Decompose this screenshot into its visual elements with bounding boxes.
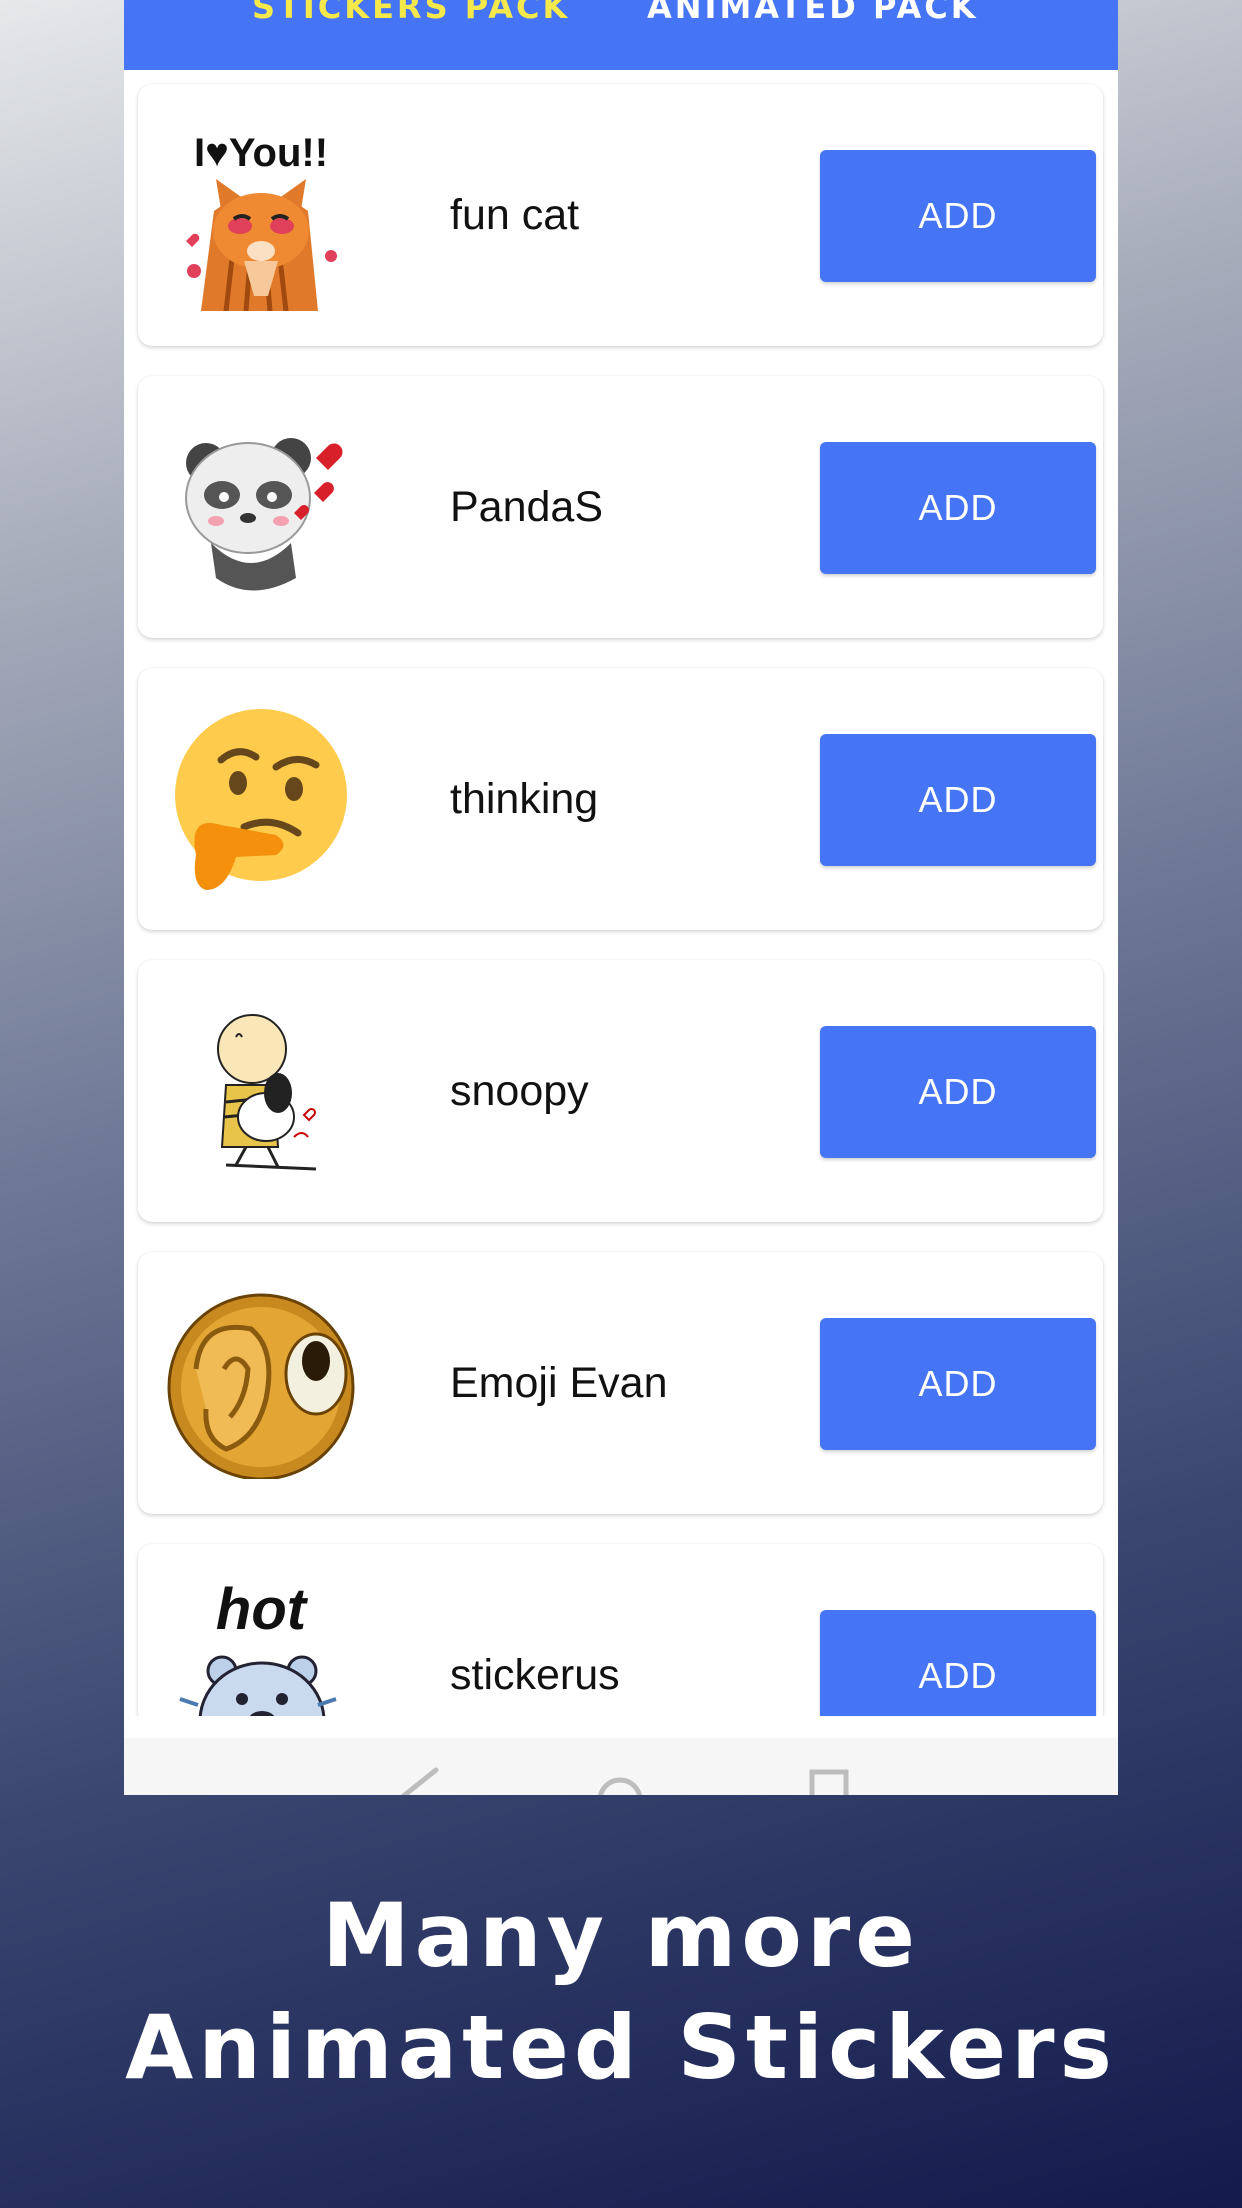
home-icon[interactable] [590, 1766, 650, 1795]
pack-name: Emoji Evan [450, 1359, 668, 1407]
add-button-fun-cat[interactable]: ADD [820, 150, 1096, 282]
pack-name: thinking [450, 775, 599, 823]
pack-card-emoji-evan[interactable]: Emoji Evan ADD [138, 1252, 1103, 1514]
promo-caption: Many more Animated Stickers [0, 1880, 1242, 2104]
phone-screen: STICKERS PACK ANIMATED PACK I♥You!! fun … [124, 0, 1118, 1795]
pack-name: snoopy [450, 1067, 589, 1115]
recents-icon[interactable] [804, 1766, 854, 1795]
pack-name: fun cat [450, 191, 580, 239]
pack-card-thinking[interactable]: thinking ADD [138, 668, 1103, 930]
caption-line-2: Animated Stickers [125, 1996, 1117, 2099]
tab-stickers-pack[interactable]: STICKERS PACK [252, 0, 570, 26]
add-button-thinking[interactable]: ADD [820, 734, 1096, 866]
pack-card-pandas[interactable]: PandaS ADD [138, 376, 1103, 638]
pack-name: PandaS [450, 483, 604, 531]
add-button-snoopy[interactable]: ADD [820, 1026, 1096, 1158]
pack-card-fun-cat[interactable]: I♥You!! fun cat ADD [138, 84, 1103, 346]
tab-animated-pack[interactable]: ANIMATED PACK [647, 0, 979, 26]
cat-sticker-icon: I♥You!! [166, 121, 356, 311]
add-button-emoji-evan[interactable]: ADD [820, 1318, 1096, 1450]
svg-text:hot: hot [216, 1581, 309, 1642]
thinking-face-icon [166, 705, 356, 895]
back-icon[interactable] [386, 1766, 446, 1795]
ear-emoji-icon [166, 1289, 356, 1479]
panda-sticker-icon [166, 413, 356, 603]
svg-text:I♥You!!: I♥You!! [194, 131, 328, 175]
pack-card-snoopy[interactable]: snoopy ADD [138, 960, 1103, 1222]
sticker-pack-list[interactable]: I♥You!! fun cat ADD PandaS ADD thinking … [124, 70, 1118, 1716]
tab-bar: STICKERS PACK ANIMATED PACK [124, 0, 1118, 70]
add-button-stickerus[interactable]: ADD [820, 1610, 1096, 1716]
caption-line-1: Many more [322, 1884, 920, 1987]
pack-name: stickerus [450, 1651, 620, 1699]
snoopy-sticker-icon [166, 997, 356, 1187]
system-nav-bar [124, 1738, 1118, 1795]
pack-card-stickerus[interactable]: hot stickerus ADD [138, 1544, 1103, 1716]
hot-bear-sticker-icon: hot [166, 1581, 356, 1716]
add-button-pandas[interactable]: ADD [820, 442, 1096, 574]
